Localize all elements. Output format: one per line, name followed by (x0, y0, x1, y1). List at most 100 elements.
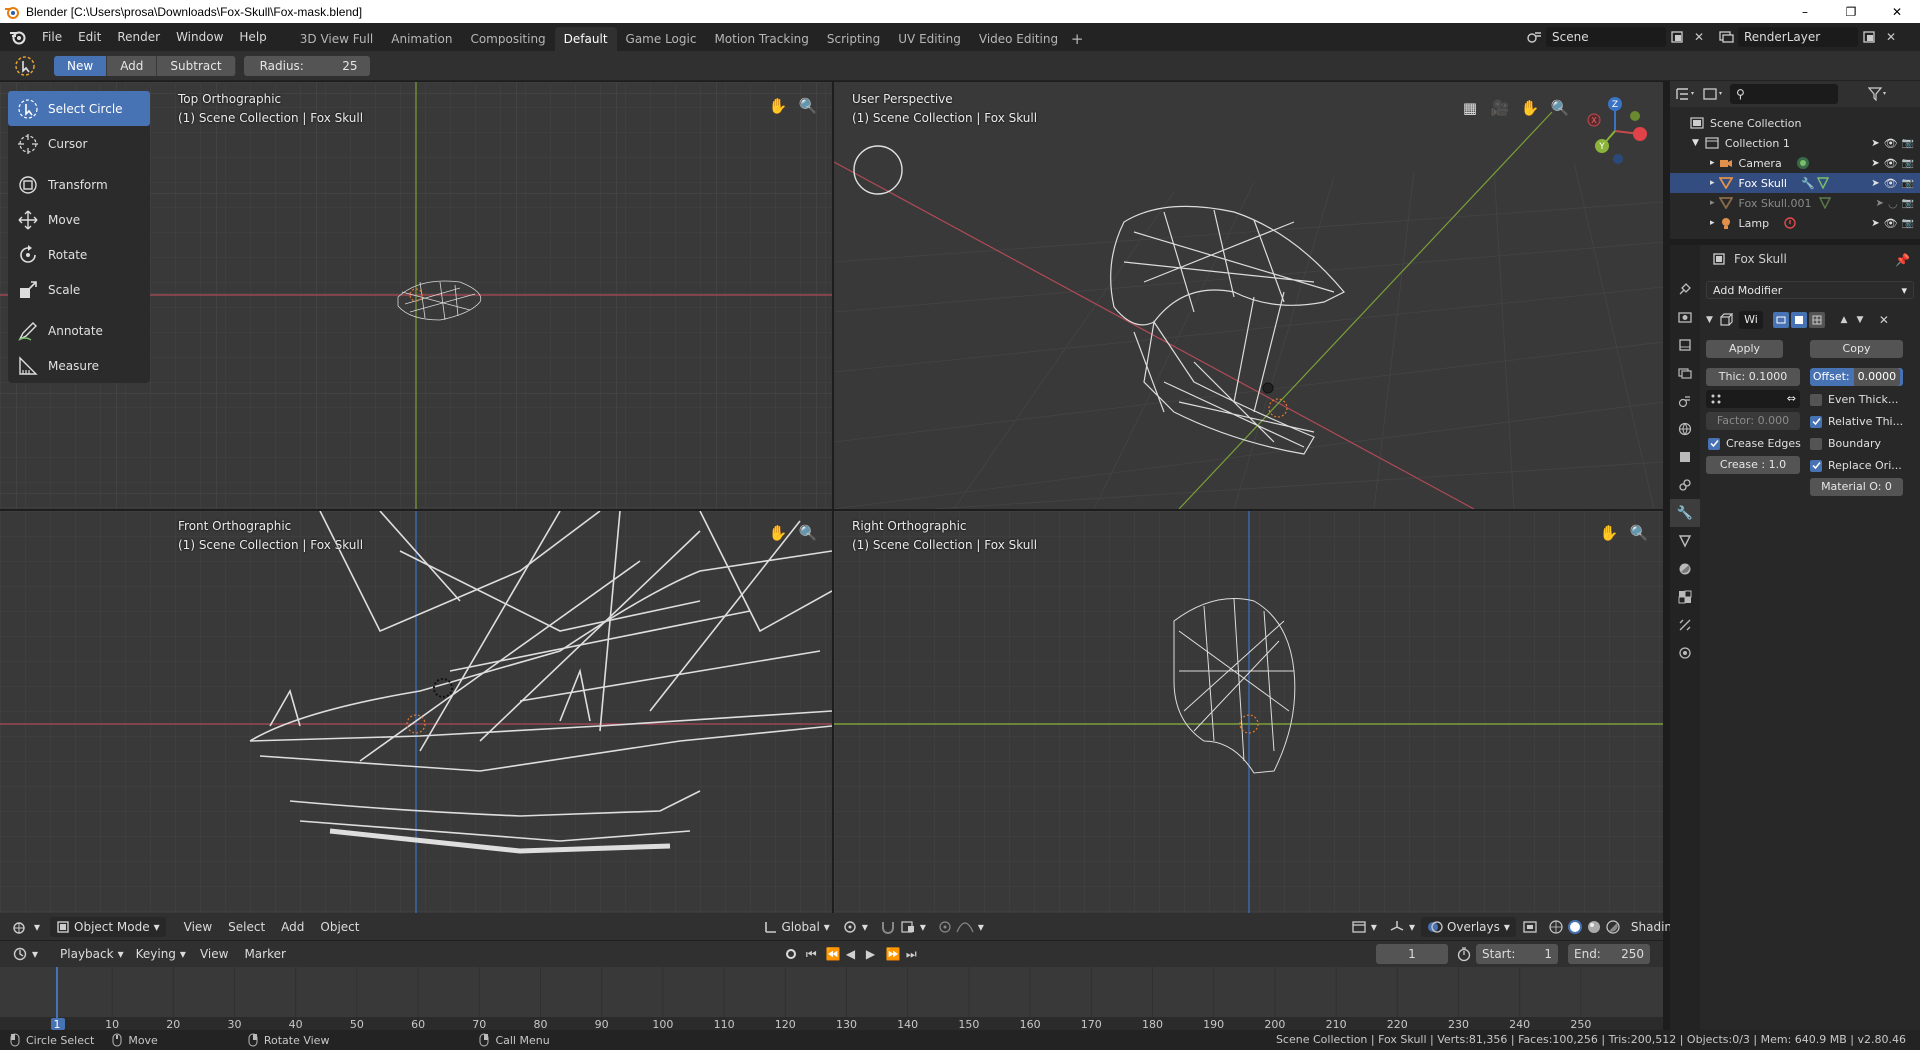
timeline-view-menu[interactable]: View (192, 947, 236, 961)
snap-toggle[interactable]: ▾ (874, 920, 932, 934)
navigation-gizmo[interactable]: Z Y X (1580, 96, 1650, 166)
stopwatch-icon[interactable] (1456, 946, 1472, 962)
tool-transform[interactable]: Transform (8, 167, 150, 202)
menu-select[interactable]: Select (220, 920, 273, 934)
eye-icon[interactable]: 👁 (1884, 137, 1898, 150)
disclosure-triangle-icon[interactable]: ▼ (1692, 138, 1699, 148)
tool-measure[interactable]: Measure (8, 348, 150, 383)
eye-icon[interactable]: 👁 (1884, 177, 1898, 190)
render-camera-icon[interactable]: 📷 (1902, 198, 1914, 209)
particles-properties-tab[interactable] (1670, 611, 1700, 639)
material-properties-tab[interactable] (1670, 555, 1700, 583)
invert-vertex-group-icon[interactable]: ⇔ (1787, 390, 1796, 408)
start-frame-field[interactable]: Start: 1 (1476, 944, 1558, 964)
proportional-edit-toggle[interactable]: ▾ (932, 920, 990, 934)
eye-hidden-icon[interactable]: ◡ (1888, 197, 1898, 210)
render-camera-icon[interactable]: 📷 (1902, 158, 1914, 169)
pan-hand-icon[interactable]: ✋ (1597, 521, 1621, 545)
tab-animation[interactable]: Animation (382, 27, 461, 51)
tab-game-logic[interactable]: Game Logic (617, 27, 706, 51)
material-offset-field[interactable]: Material O: 0 (1810, 478, 1903, 496)
camera-view-icon[interactable]: 🎥 (1488, 96, 1512, 120)
menu-render[interactable]: Render (109, 23, 168, 51)
overlays-dropdown[interactable]: Overlays ▾ (1420, 916, 1516, 937)
tab-default[interactable]: Default (554, 27, 617, 51)
object-properties-tab[interactable] (1670, 443, 1700, 471)
playback-menu[interactable]: Playback ▾ (54, 947, 130, 961)
editor-type-dropdown[interactable]: ▾ (6, 920, 46, 934)
menu-view[interactable]: View (176, 920, 220, 934)
tab-video-editing[interactable]: Video Editing (970, 27, 1067, 51)
scene-icon[interactable] (1524, 27, 1546, 47)
render-camera-icon[interactable]: 📷 (1902, 178, 1914, 189)
relative-thickness-checkbox[interactable]: Relative Thi... (1810, 415, 1903, 428)
output-properties-tab[interactable] (1670, 331, 1700, 359)
menu-object[interactable]: Object (312, 920, 367, 934)
new-scene-icon[interactable] (1666, 27, 1688, 47)
outliner-collection-1[interactable]: ▼ Collection 1 ➤ 👁 📷 (1670, 133, 1920, 153)
viewport-front-orthographic[interactable]: Front Orthographic (1) Scene Collection … (0, 511, 832, 913)
outliner-item-fox-skull-001[interactable]: ▸ Fox Skull.001 ➤ ◡ 📷 (1670, 193, 1920, 213)
disclosure-triangle-icon[interactable]: ▸ (1710, 218, 1715, 228)
even-thickness-checkbox[interactable]: Even Thick... (1810, 393, 1898, 406)
move-down-icon[interactable]: ▼ (1853, 315, 1867, 325)
select-arrow-icon[interactable]: ➤ (1871, 178, 1879, 189)
close-button[interactable]: ✕ (1874, 0, 1920, 23)
texture-properties-tab[interactable] (1670, 583, 1700, 611)
zoom-icon[interactable]: 🔍 (1548, 96, 1572, 120)
crease-edges-checkbox[interactable]: Crease Edges (1708, 437, 1801, 450)
record-icon[interactable] (782, 945, 800, 963)
copy-button[interactable]: Copy (1810, 340, 1903, 358)
eye-icon[interactable]: 👁 (1884, 217, 1898, 230)
constraints-properties-tab[interactable] (1670, 471, 1700, 499)
add-modifier-dropdown[interactable]: Add Modifier ▾ (1706, 281, 1914, 299)
tool-select-circle[interactable]: Select Circle (8, 91, 150, 126)
marker-menu[interactable]: Marker (236, 947, 293, 961)
pin-icon[interactable]: 📌 (1895, 253, 1910, 267)
offset-field[interactable]: Offset: 0.0000 (1810, 368, 1903, 386)
render-camera-icon[interactable]: 📷 (1902, 218, 1914, 229)
tab-3d-view-full[interactable]: 3D View Full (291, 27, 383, 51)
world-properties-tab[interactable] (1670, 415, 1700, 443)
outliner-item-fox-skull[interactable]: ▸ Fox Skull 🔧 ➤ 👁 📷 (1670, 173, 1920, 193)
pan-hand-icon[interactable]: ✋ (766, 94, 790, 118)
solid-shading-icon[interactable] (1567, 919, 1583, 935)
tab-motion-tracking[interactable]: Motion Tracking (705, 27, 817, 51)
pan-hand-icon[interactable]: ✋ (766, 521, 790, 545)
timeline-editor-type-dropdown[interactable]: ▾ (6, 947, 44, 961)
factor-field[interactable]: Factor: 0.000 (1706, 412, 1800, 430)
tool-move[interactable]: Move (8, 202, 150, 237)
delete-scene-icon[interactable]: ✕ (1688, 27, 1710, 47)
new-render-layer-icon[interactable] (1858, 27, 1880, 47)
select-arrow-icon[interactable]: ➤ (1871, 138, 1879, 149)
play-icon[interactable]: ▶ (866, 947, 880, 961)
toggle-camera-grid-icon[interactable]: ▦ (1458, 96, 1482, 120)
tab-uv-editing[interactable]: UV Editing (889, 27, 970, 51)
crease-field[interactable]: Crease : 1.0 (1706, 456, 1800, 474)
zoom-icon[interactable]: 🔍 (796, 94, 820, 118)
mode-add-button[interactable]: Add (107, 55, 158, 76)
mesh-data-properties-tab[interactable] (1670, 527, 1700, 555)
render-layer-icon[interactable] (1716, 27, 1738, 47)
tool-cursor[interactable]: Cursor (8, 126, 150, 161)
zoom-icon[interactable]: 🔍 (796, 521, 820, 545)
zoom-icon[interactable]: 🔍 (1627, 521, 1651, 545)
viewport-user-perspective[interactable]: User Perspective (1) Scene Collection | … (834, 82, 1663, 509)
display-mode-icon[interactable] (1702, 87, 1724, 101)
menu-edit[interactable]: Edit (70, 23, 109, 51)
pivot-point-dropdown[interactable]: ▾ (836, 920, 874, 934)
object-mode-dropdown[interactable]: Object Mode ▾ (50, 916, 166, 937)
scene-name-field[interactable]: Scene (1546, 27, 1666, 47)
transform-orientation-dropdown[interactable]: Global ▾ (758, 920, 836, 934)
xray-toggle[interactable] (1516, 920, 1544, 934)
radius-field[interactable]: Radius: 25 (243, 55, 370, 76)
keying-menu[interactable]: Keying ▾ (130, 947, 192, 961)
filter-icon[interactable] (1868, 87, 1888, 101)
show-on-cage-icon[interactable] (1808, 312, 1825, 328)
tab-compositing[interactable]: Compositing (461, 27, 554, 51)
mode-subtract-button[interactable]: Subtract (157, 55, 236, 76)
vertex-group-field[interactable]: ⇔ (1706, 390, 1800, 408)
view-object-types-dropdown[interactable]: ▾ (1345, 920, 1383, 934)
maximize-button[interactable]: ❐ (1828, 0, 1874, 23)
timeline-area[interactable]: 1 10 20 30 40 50 60 70 80 90 100 110 120 130 140 150 160… (0, 967, 1663, 1030)
